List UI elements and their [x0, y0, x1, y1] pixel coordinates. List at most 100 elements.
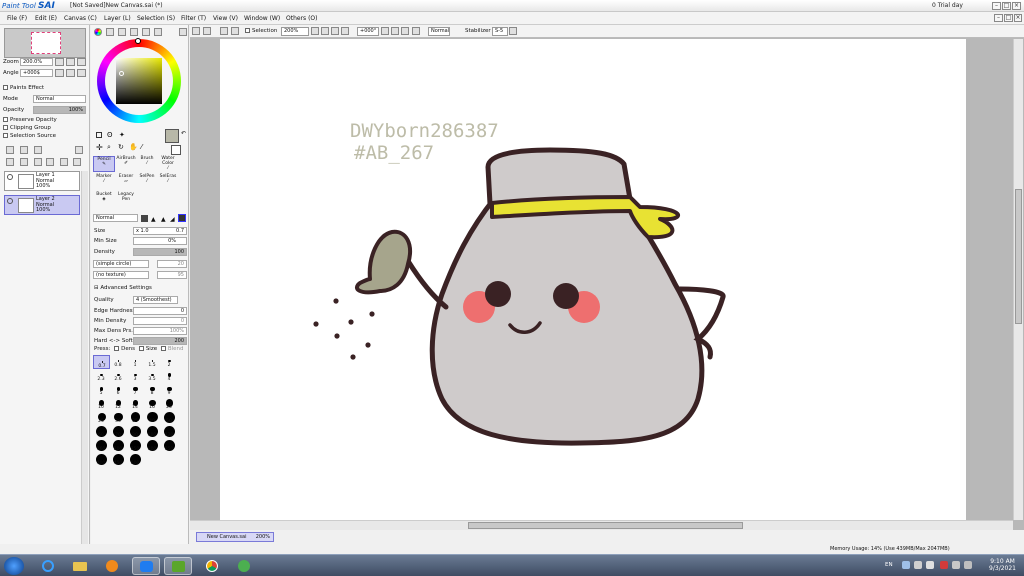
magic-wand-icon[interactable]: ✦	[119, 131, 125, 139]
start-button[interactable]	[4, 557, 24, 575]
brush-size-preset[interactable]: 30	[110, 411, 127, 425]
brush-size-preset[interactable]: 20	[161, 397, 178, 411]
swatches-tab-icon[interactable]	[142, 28, 150, 36]
stabilizer-dropdown-icon[interactable]	[509, 27, 517, 35]
menu-layer[interactable]: Layer (L)	[104, 15, 131, 22]
rotate-right-button[interactable]	[66, 69, 75, 77]
size-checkbox[interactable]	[138, 346, 144, 351]
hand-tool-icon[interactable]: ✋	[129, 143, 138, 151]
paints-effect-header[interactable]: Paints Effect	[3, 85, 44, 91]
color-wheel[interactable]	[97, 38, 181, 123]
chrome-icon[interactable]	[198, 557, 226, 575]
brush-size-preset[interactable]: 12	[110, 397, 127, 411]
zoom-in-button[interactable]	[66, 58, 75, 66]
menu-filter[interactable]: Filter (T)	[181, 15, 206, 22]
doc-close-button[interactable]: ×	[1014, 14, 1022, 22]
layer-item-1[interactable]: Layer 1 Normal 100%	[4, 171, 80, 191]
brush-size-preset[interactable]: 0.7	[93, 355, 110, 369]
layer-option-icon[interactable]	[60, 158, 68, 166]
sv-picker-handle[interactable]	[119, 71, 124, 76]
doc-restore-button[interactable]: □	[1004, 14, 1013, 22]
rotate-ccw-icon[interactable]	[381, 27, 389, 35]
zalo-icon[interactable]	[132, 557, 160, 575]
new-linework-layer-icon[interactable]	[20, 146, 28, 154]
lasso-icon[interactable]: ʘ	[107, 131, 113, 139]
square-tip-icon[interactable]	[141, 215, 148, 222]
invert-selection-icon[interactable]	[231, 27, 239, 35]
clipping-group-checkbox[interactable]: Clipping Group	[3, 125, 51, 131]
zoom-out-icon[interactable]	[311, 27, 319, 35]
brush-size-preset[interactable]: 250	[127, 439, 144, 453]
stabilizer-select[interactable]: S-5	[492, 27, 508, 36]
max-dens-slider[interactable]: 100%	[133, 327, 187, 335]
tool-watercolor[interactable]: Water Color ⁄	[157, 156, 179, 172]
tool-legacy-pen[interactable]: Legacy Pen	[115, 192, 137, 208]
tool-eraser[interactable]: Eraser ▱	[115, 174, 137, 190]
menu-file[interactable]: File (F)	[7, 15, 27, 22]
navigator-preview[interactable]	[4, 28, 86, 58]
menu-view[interactable]: View (V)	[213, 15, 238, 22]
brush-size-preset[interactable]: 0.8	[110, 355, 127, 369]
redo-icon[interactable]	[203, 27, 211, 35]
brush-size-preset[interactable]: 500	[127, 453, 144, 467]
dens-checkbox[interactable]	[114, 346, 120, 351]
menu-others[interactable]: Others (O)	[286, 15, 317, 22]
visibility-eye-icon[interactable]	[7, 174, 13, 180]
brush-size-preset[interactable]: 100	[144, 425, 161, 439]
brush-size-preset[interactable]: 350	[161, 439, 178, 453]
brush-size-preset[interactable]: 50	[161, 411, 178, 425]
brush-size-preset[interactable]: 5	[93, 383, 110, 397]
zoom-reset-button[interactable]	[77, 58, 86, 66]
undo-icon[interactable]	[192, 27, 200, 35]
density-slider[interactable]: 100	[133, 248, 187, 256]
drawing-canvas[interactable]: DWYborn286387 #AB_267	[220, 39, 966, 520]
zoom-in-icon[interactable]	[321, 27, 329, 35]
quality-select[interactable]: 4 (Smoothest)	[133, 296, 178, 304]
rect-select-icon[interactable]	[96, 132, 102, 138]
clear-layer-icon[interactable]	[34, 158, 42, 166]
min-size-slider[interactable]: 0%	[133, 237, 187, 245]
tool-seleras[interactable]: SelEras ⁄	[157, 174, 179, 190]
brush-size-preset[interactable]: 200	[110, 439, 127, 453]
brush-size-preset[interactable]: 60	[93, 425, 110, 439]
rotate-reset-icon[interactable]	[401, 27, 409, 35]
zoom-tool-icon[interactable]: ⌕	[107, 143, 111, 152]
menu-selection[interactable]: Selection (S)	[137, 15, 175, 22]
tip-flat-icon[interactable]	[178, 214, 186, 222]
hard-soft-slider[interactable]: 200	[133, 337, 187, 345]
selection-source-checkbox[interactable]: Selection Source	[3, 133, 56, 139]
brush-size-preset[interactable]: 25	[93, 411, 110, 425]
file-explorer-icon[interactable]	[66, 557, 94, 575]
tool-marker[interactable]: Marker ⁄	[93, 174, 115, 190]
rotate-tool-icon[interactable]: ↻	[118, 143, 124, 151]
brush-size-preset[interactable]: 3.5	[144, 369, 161, 383]
brush-size-preset[interactable]: 4	[161, 369, 178, 383]
brush-size-preset[interactable]: 450	[110, 453, 127, 467]
app-icon[interactable]	[230, 557, 258, 575]
horizontal-scrollbar[interactable]	[190, 520, 1013, 530]
tray-network-icon[interactable]	[902, 561, 910, 569]
brush-size-presets[interactable]: 0.7 0.8 1 1.5 2 2.3 2.6 3 3.5 4 5 6 7 8 9 10 12 14 16 20 25 3…	[93, 355, 179, 520]
language-indicator[interactable]: EN	[885, 562, 893, 568]
secondary-color-swatch[interactable]	[171, 145, 181, 155]
brush-size-preset[interactable]: 7	[127, 383, 144, 397]
brush-size-preset[interactable]: 1	[127, 355, 144, 369]
panel-scroll-icon[interactable]	[179, 28, 187, 36]
eyedropper-icon[interactable]: ⁄	[141, 143, 142, 151]
tray-flag-icon[interactable]	[926, 561, 934, 569]
tool-brush[interactable]: Brush ⁄	[136, 156, 158, 172]
brush-size-preset[interactable]: 2	[161, 355, 178, 369]
menu-canvas[interactable]: Canvas (C)	[64, 15, 97, 22]
minimize-button[interactable]: –	[992, 2, 1001, 10]
vertical-scroll-thumb[interactable]	[1015, 189, 1022, 324]
angle-field[interactable]: +000$	[20, 69, 53, 77]
preserve-opacity-checkbox[interactable]: Preserve Opacity	[3, 117, 57, 123]
mode-select[interactable]: Normal	[33, 95, 86, 103]
menu-window[interactable]: Window (W)	[244, 15, 280, 22]
layer-mask-icon[interactable]	[75, 146, 83, 154]
tray-speaker-icon[interactable]	[914, 561, 922, 569]
zoom-field[interactable]: 200.0%	[20, 58, 53, 66]
brush-size-preset[interactable]: 35	[127, 411, 144, 425]
brush-size-preset[interactable]: 2.3	[93, 369, 110, 383]
tray-v-icon[interactable]	[940, 561, 948, 569]
